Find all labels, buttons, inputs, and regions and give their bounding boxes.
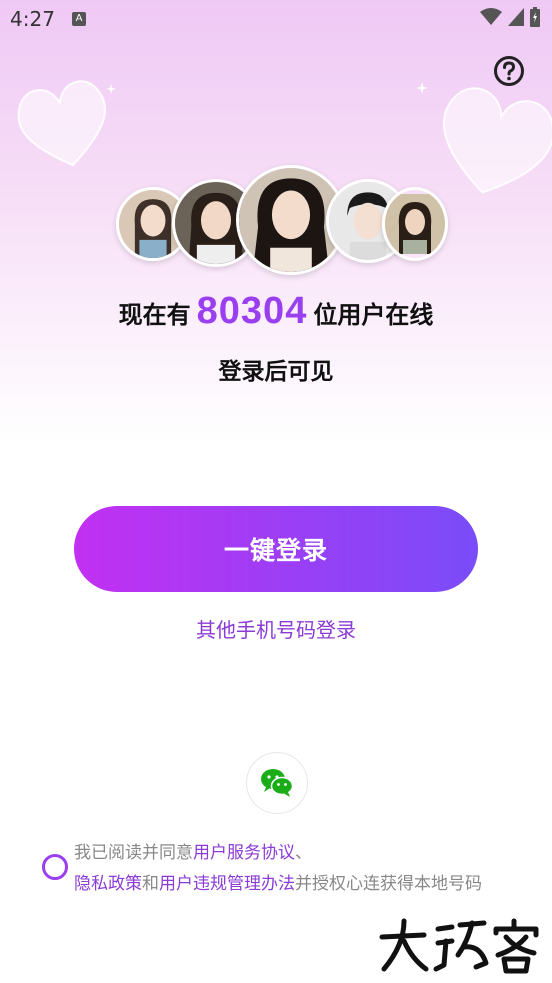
wifi-icon [480, 8, 502, 25]
question-circle-icon[interactable] [493, 55, 525, 87]
other-phone-login-link[interactable]: 其他手机号码登录 [0, 614, 552, 643]
agreement-separator: 、 [295, 843, 312, 863]
user-service-agreement-link[interactable]: 用户服务协议 [193, 843, 295, 863]
battery-icon [530, 7, 540, 27]
watermark-logo [379, 918, 539, 974]
status-icons [480, 7, 540, 27]
status-bar: 4:27 A [0, 0, 552, 38]
sparkle-icon [416, 82, 428, 94]
signal-icon [508, 8, 524, 26]
sparkle-icon [106, 84, 116, 94]
online-count-text: 现在有 80304 位用户在线 [0, 290, 552, 333]
privacy-policy-link[interactable]: 隐私政策 [74, 874, 142, 894]
wechat-icon [261, 769, 294, 797]
agreement-and: 和 [142, 874, 159, 894]
agreement-prefix: 我已阅读并同意 [74, 843, 193, 863]
online-prefix: 现在有 [118, 301, 191, 329]
avatar [382, 187, 448, 261]
online-user-count: 80304 [196, 290, 308, 332]
wechat-login-button[interactable] [246, 752, 308, 814]
agreement-suffix: 并授权心连获得本地号码 [295, 874, 482, 894]
agreement-checkbox[interactable] [42, 854, 68, 880]
agreement-text: 我已阅读并同意用户服务协议、 隐私政策和用户违规管理办法并授权心连获得本地号码 [74, 838, 534, 900]
visible-after-login-text: 登录后可见 [218, 359, 334, 385]
online-suffix: 位用户在线 [313, 301, 434, 329]
online-user-avatars [0, 165, 552, 285]
notification-icon: A [72, 12, 86, 26]
heart-decoration-left [17, 80, 106, 167]
one-click-login-button[interactable]: 一键登录 [74, 506, 478, 592]
violation-rules-link[interactable]: 用户违规管理办法 [159, 874, 295, 894]
status-time: 4:27 [10, 7, 55, 31]
